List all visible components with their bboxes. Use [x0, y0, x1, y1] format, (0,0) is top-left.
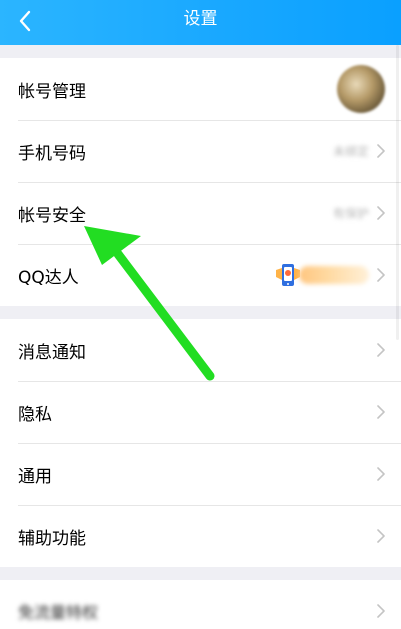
chevron-right-icon — [377, 604, 385, 618]
chevron-right-icon — [377, 268, 385, 282]
page-title: 设置 — [183, 9, 218, 29]
settings-item-free-data[interactable]: 免流量特权 — [0, 580, 401, 629]
settings-item-privacy[interactable]: 隐私 — [0, 381, 401, 443]
settings-item-notifications[interactable]: 消息通知 — [0, 319, 401, 381]
settings-item-phone-number[interactable]: 手机号码 未绑定 — [0, 120, 401, 182]
settings-item-qq-expert[interactable]: QQ达人 — [0, 244, 401, 306]
settings-item-label: 帐号管理 — [18, 81, 86, 102]
avatar — [337, 65, 385, 113]
settings-item-value: 有保护 — [332, 206, 369, 221]
settings-item-label: 消息通知 — [18, 342, 86, 363]
settings-item-label: 隐私 — [18, 404, 52, 425]
settings-item-label: 手机号码 — [18, 143, 86, 164]
settings-item-accessibility[interactable]: 辅助功能 — [0, 505, 401, 567]
account-section: 帐号管理 手机号码 未绑定 帐号安全 有保护 QQ达人 — [0, 58, 401, 306]
section-gap — [0, 567, 401, 580]
data-section: 免流量特权 — [0, 580, 401, 629]
general-section: 消息通知 隐私 通用 辅助功能 — [0, 319, 401, 567]
chevron-right-icon — [377, 405, 385, 419]
settings-item-account-management[interactable]: 帐号管理 — [0, 58, 401, 120]
settings-item-value: 未绑定 — [332, 144, 369, 159]
settings-item-label: 免流量特权 — [18, 603, 99, 622]
scrollbar[interactable] — [396, 45, 399, 340]
section-gap — [0, 306, 401, 319]
chevron-right-icon — [377, 467, 385, 481]
expert-status-badge — [299, 266, 369, 284]
chevron-right-icon — [377, 529, 385, 543]
chevron-right-icon — [377, 144, 385, 158]
settings-item-account-security[interactable]: 帐号安全 有保护 — [0, 182, 401, 244]
title-bar: 设置 — [0, 0, 401, 45]
settings-item-label: 通用 — [18, 466, 52, 487]
settings-item-label: QQ达人 — [18, 267, 79, 288]
chevron-right-icon — [377, 343, 385, 357]
settings-item-general[interactable]: 通用 — [0, 443, 401, 505]
settings-item-label: 辅助功能 — [18, 528, 86, 549]
chevron-right-icon — [377, 206, 385, 220]
section-gap — [0, 45, 401, 58]
settings-item-label: 帐号安全 — [18, 205, 86, 226]
